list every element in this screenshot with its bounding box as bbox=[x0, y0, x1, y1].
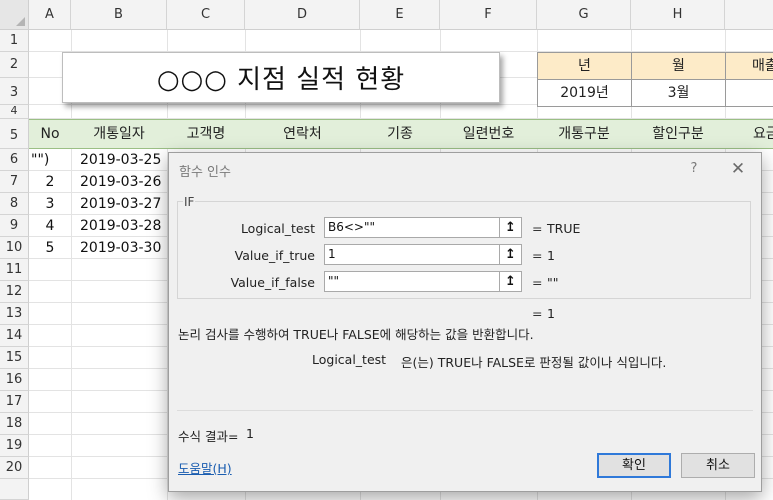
year-value-cell[interactable]: 2019년 bbox=[537, 79, 632, 107]
title-textbox[interactable]: ○○○ 지점 실적 현황 bbox=[62, 52, 500, 103]
dialog-title: 함수 인수 bbox=[179, 165, 231, 180]
cell-a8[interactable]: 3 bbox=[29, 193, 71, 215]
select-all-corner[interactable] bbox=[0, 0, 29, 30]
column-header-i[interactable] bbox=[725, 0, 773, 30]
row-header[interactable]: 10 bbox=[0, 237, 29, 259]
value-if-true-input[interactable]: 1 bbox=[324, 244, 520, 265]
help-question-button[interactable]: ? bbox=[684, 159, 704, 179]
row-header[interactable]: 5 bbox=[0, 119, 29, 149]
ok-button[interactable]: 확인 bbox=[597, 453, 671, 478]
function-result: 1 bbox=[547, 306, 555, 321]
arg-label-value-if-false: Value_if_false bbox=[230, 275, 315, 290]
arg-label-value-if-true: Value_if_true bbox=[234, 248, 315, 263]
row-header[interactable]: 17 bbox=[0, 391, 29, 413]
header-customer[interactable]: 고객명 bbox=[167, 120, 245, 148]
collapse-dialog-icon[interactable]: ↥ bbox=[499, 217, 522, 238]
month-header-cell[interactable]: 월 bbox=[631, 52, 726, 80]
header-discount-type[interactable]: 할인구분 bbox=[631, 120, 725, 148]
logical-test-result: TRUE bbox=[547, 221, 581, 236]
header-open-type[interactable]: 개통구분 bbox=[537, 120, 631, 148]
column-header-b[interactable]: B bbox=[71, 0, 167, 30]
month-value-cell[interactable]: 3월 bbox=[631, 79, 726, 107]
column-header-c[interactable]: C bbox=[167, 0, 245, 30]
help-link[interactable]: 도움말(H) bbox=[178, 458, 232, 477]
divider bbox=[177, 410, 753, 411]
cell-a6[interactable]: "") bbox=[31, 149, 71, 171]
equals-sign: = bbox=[532, 306, 543, 321]
formula-result-value: 1 bbox=[246, 426, 254, 441]
cell-b9[interactable]: 2019-03-28 bbox=[80, 215, 166, 237]
collapse-dialog-icon[interactable]: ↥ bbox=[499, 271, 522, 292]
cell-a10[interactable]: 5 bbox=[29, 237, 71, 259]
value-if-false-result: "" bbox=[547, 275, 559, 290]
close-icon[interactable]: ✕ bbox=[727, 158, 749, 180]
equals-sign: = bbox=[532, 221, 543, 236]
row-header[interactable]: 9 bbox=[0, 215, 29, 237]
formula-result-label: 수식 결과= bbox=[178, 429, 239, 444]
arg-help-name: Logical_test bbox=[312, 352, 387, 367]
row-header[interactable]: 4 bbox=[0, 105, 29, 119]
year-header-cell[interactable]: 년 bbox=[537, 52, 632, 80]
row-header[interactable]: 20 bbox=[0, 457, 29, 479]
cell-b7[interactable]: 2019-03-26 bbox=[80, 171, 166, 193]
row-header[interactable]: 13 bbox=[0, 303, 29, 325]
cell-a9[interactable]: 4 bbox=[29, 215, 71, 237]
column-header-g[interactable]: G bbox=[537, 0, 631, 30]
value-if-false-input[interactable]: "" bbox=[324, 271, 520, 292]
row-header[interactable]: 8 bbox=[0, 193, 29, 215]
column-header-e[interactable]: E bbox=[360, 0, 440, 30]
arg-help-text: 은(는) TRUE나 FALSE로 판정될 값이나 식입니다. bbox=[401, 355, 667, 370]
function-arguments-dialog: 함수 인수 ? ✕ IF Logical_test B6<>"" ↥ = TRU… bbox=[168, 152, 762, 492]
equals-sign: = bbox=[532, 275, 543, 290]
header-contact[interactable]: 연락처 bbox=[245, 120, 360, 148]
row-header[interactable]: 12 bbox=[0, 281, 29, 303]
column-header-h[interactable]: H bbox=[631, 0, 725, 30]
function-name-label: IF bbox=[183, 195, 196, 209]
value-if-true-result: 1 bbox=[547, 248, 555, 263]
cell-b8[interactable]: 2019-03-27 bbox=[80, 193, 166, 215]
column-header-d[interactable]: D bbox=[245, 0, 360, 30]
row-header[interactable]: 3 bbox=[0, 78, 29, 105]
equals-sign: = bbox=[532, 248, 543, 263]
row-header[interactable]: 2 bbox=[0, 52, 29, 78]
header-fee[interactable]: 요금 bbox=[725, 120, 773, 148]
row-header[interactable]: 14 bbox=[0, 325, 29, 347]
row-header[interactable]: 16 bbox=[0, 369, 29, 391]
header-open-date[interactable]: 개통일자 bbox=[71, 120, 167, 148]
sales-header-cell[interactable]: 매출 bbox=[725, 52, 773, 80]
row-header[interactable]: 19 bbox=[0, 435, 29, 457]
cell-b6[interactable]: 2019-03-25 bbox=[80, 149, 166, 171]
function-description: 논리 검사를 수행하여 TRUE나 FALSE에 해당하는 값을 반환합니다. bbox=[178, 327, 534, 342]
logical-test-input[interactable]: B6<>"" bbox=[324, 217, 520, 238]
arg-label-logical-test: Logical_test bbox=[240, 221, 315, 236]
header-serial[interactable]: 일련번호 bbox=[440, 120, 537, 148]
column-header-f[interactable]: F bbox=[440, 0, 537, 30]
cancel-button[interactable]: 취소 bbox=[681, 453, 755, 478]
table-header-row: No 개통일자 고객명 연락처 기종 일련번호 개통구분 할인구분 요금 bbox=[29, 119, 773, 149]
row-header[interactable] bbox=[0, 479, 29, 500]
cell-b10[interactable]: 2019-03-30 bbox=[80, 237, 166, 259]
row-header[interactable]: 1 bbox=[0, 30, 29, 52]
row-header[interactable]: 18 bbox=[0, 413, 29, 435]
row-header[interactable]: 15 bbox=[0, 347, 29, 369]
cell-a7[interactable]: 2 bbox=[29, 171, 71, 193]
column-header-a[interactable]: A bbox=[29, 0, 71, 30]
row-header[interactable]: 11 bbox=[0, 259, 29, 281]
row-header[interactable]: 7 bbox=[0, 171, 29, 193]
sales-value-cell[interactable] bbox=[725, 79, 773, 107]
collapse-dialog-icon[interactable]: ↥ bbox=[499, 244, 522, 265]
row-header[interactable]: 6 bbox=[0, 149, 29, 171]
header-model[interactable]: 기종 bbox=[360, 120, 440, 148]
header-no[interactable]: No bbox=[29, 120, 71, 148]
